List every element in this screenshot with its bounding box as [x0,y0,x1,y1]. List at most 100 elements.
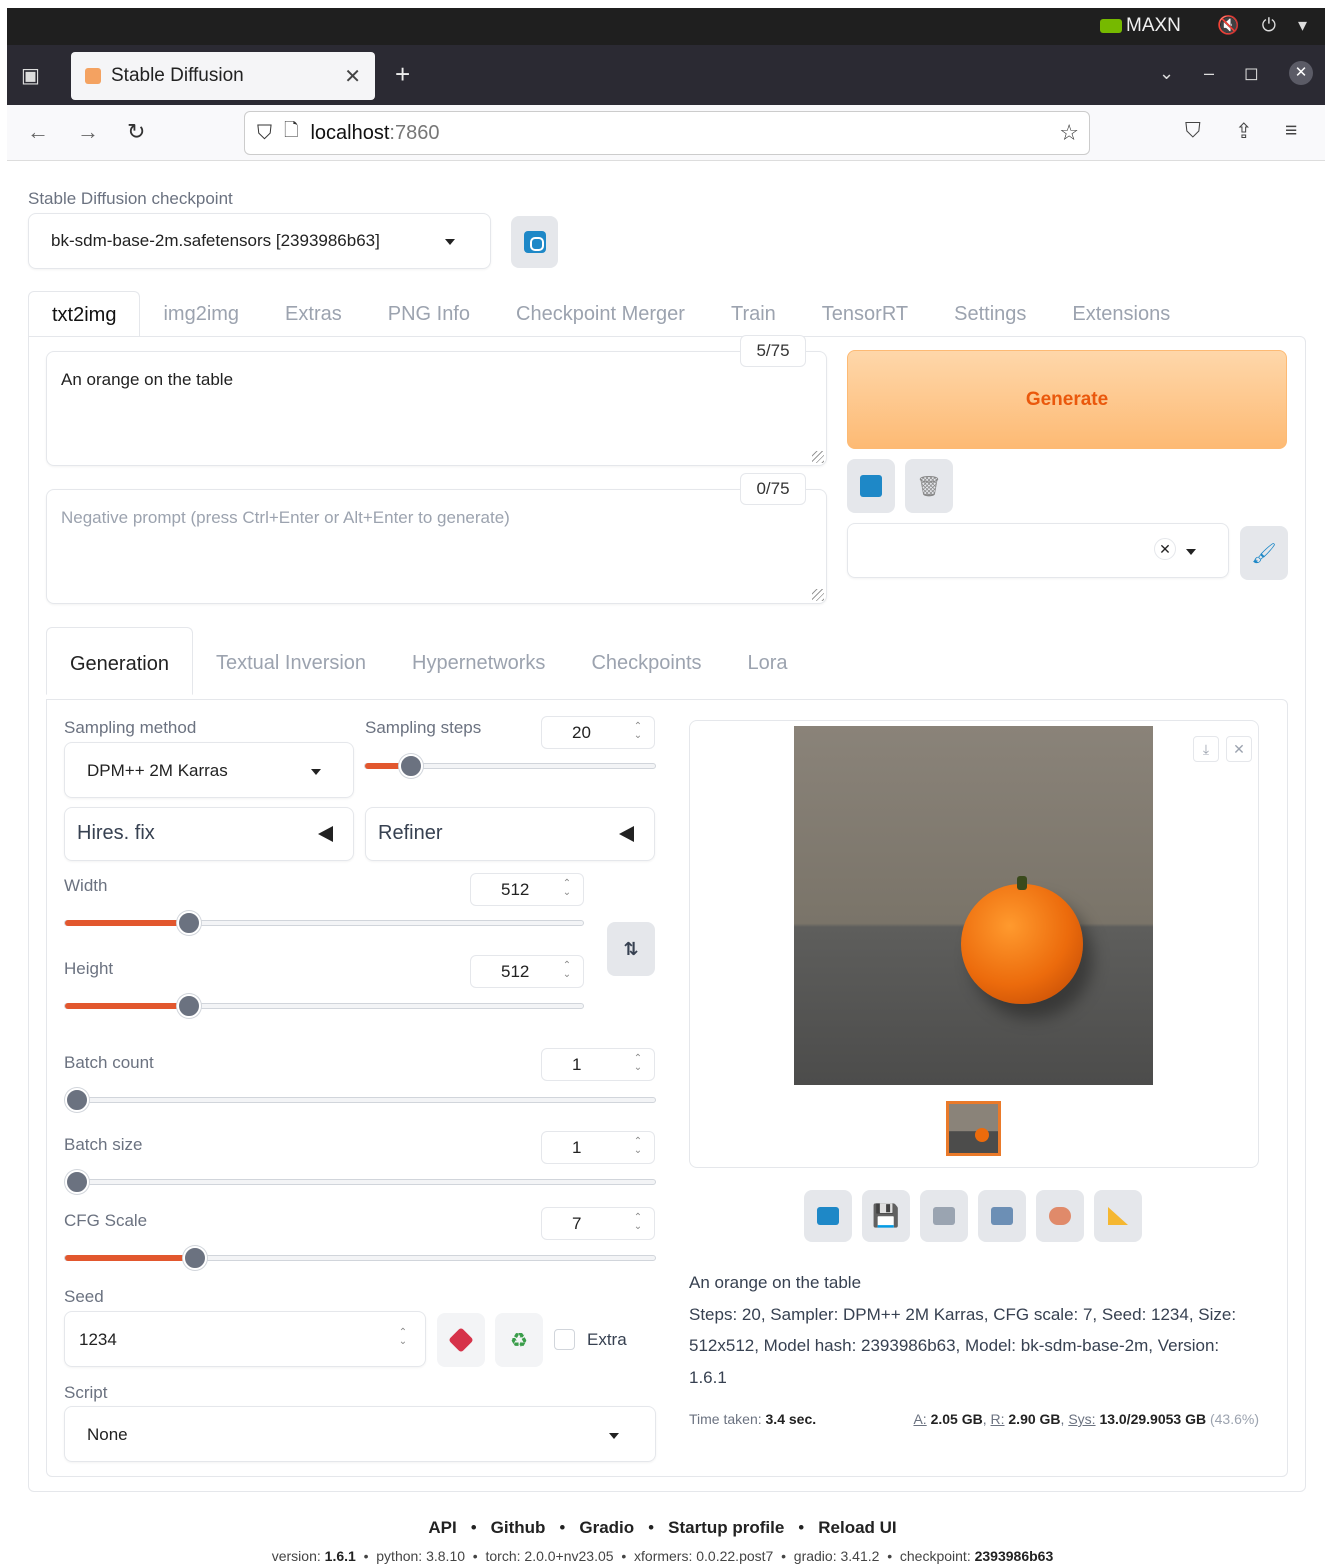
tab-checkpoint-merger[interactable]: Checkpoint Merger [493,291,708,337]
menu-hamburger-icon[interactable]: ≡ [1285,119,1297,143]
spinner-icon[interactable]: ⌃ ⌄ [632,1213,644,1233]
batch-count-slider[interactable] [64,1088,656,1112]
shield-icon[interactable]: ⛉ [257,122,272,145]
width-input[interactable]: 512 ⌃ ⌄ [470,873,584,906]
tab-tensorrt[interactable]: TensorRT [799,291,931,337]
sampling-method-value: DPM++ 2M Karras [87,761,228,780]
height-slider[interactable] [64,994,584,1018]
save-button[interactable]: 💾 [862,1190,910,1242]
share-icon[interactable]: ⇪ [1235,119,1253,144]
slider-thumb[interactable] [65,1170,89,1194]
close-icon[interactable]: ✕ [1226,736,1252,762]
sampling-steps-value: 20 [572,723,591,742]
tab-png-info[interactable]: PNG Info [365,291,493,337]
open-folder-button[interactable] [804,1190,852,1242]
clear-styles-icon[interactable]: ✕ [1154,538,1176,560]
checkpoint-dropdown[interactable]: bk-sdm-base-2m.safetensors [2393986b63] [28,213,491,269]
tab-train[interactable]: Train [708,291,799,337]
slider-thumb[interactable] [65,1088,89,1112]
reload-icon[interactable]: ↻ [127,119,145,145]
hires-fix-label: Hires. fix [77,822,155,844]
batch-count-input[interactable]: 1 ⌃ ⌄ [541,1048,655,1081]
send-to-inpaint-button[interactable] [1036,1190,1084,1242]
slider-thumb[interactable] [182,1246,207,1270]
tab-checkpoints[interactable]: Checkpoints [568,627,724,695]
new-tab-icon[interactable]: + [395,59,410,90]
tab-overflow-chevron-icon[interactable]: ⌄ [1159,63,1174,84]
edit-styles-button[interactable]: 🖌 [1240,526,1288,580]
sampling-steps-slider[interactable] [364,754,656,778]
tab-extras[interactable]: Extras [262,291,365,337]
random-seed-button[interactable] [437,1313,485,1367]
tab-txt2img[interactable]: txt2img [28,291,141,337]
tab-generation[interactable]: Generation [46,627,193,695]
seed-input[interactable]: 1234 ⌃ ⌄ [64,1311,426,1367]
cfg-scale-input[interactable]: 7 ⌃ ⌄ [541,1207,655,1240]
spinner-icon[interactable]: ⌃ ⌄ [561,961,573,981]
browser-tab-bar: ▣ Stable Diffusion ✕ + ⌄ – ◻ ✕ [7,45,1325,105]
spinner-icon[interactable]: ⌃ ⌄ [561,879,573,899]
clear-prompt-button[interactable]: 🗑 [905,459,953,513]
tab-lora[interactable]: Lora [725,627,811,695]
batch-size-slider[interactable] [64,1170,656,1194]
back-arrow-icon[interactable]: ← [27,119,49,145]
read-params-button[interactable] [847,459,895,513]
prompt-input[interactable]: An orange on the table [46,351,827,466]
extra-seed-checkbox[interactable] [554,1329,575,1350]
refiner-accordion[interactable]: Refiner [365,807,655,861]
download-icon[interactable]: ⤓ [1193,736,1219,762]
minimize-icon[interactable]: – [1204,63,1214,84]
address-bar[interactable]: ⛉ 🗋 localhost:7860 ☆ [244,111,1090,155]
sampling-steps-input[interactable]: 20 ⌃ ⌄ [541,716,655,749]
reuse-seed-button[interactable]: ♻ [495,1313,543,1367]
spinner-icon[interactable]: ⌃ ⌄ [632,1054,644,1074]
spinner-icon[interactable]: ⌃ ⌄ [397,1328,409,1348]
width-slider[interactable] [64,911,584,935]
cfg-scale-slider[interactable] [64,1246,656,1270]
zip-button[interactable] [920,1190,968,1242]
close-tab-icon[interactable]: ✕ [344,64,361,89]
resize-grip-icon[interactable] [812,589,824,601]
send-to-extras-button[interactable] [1094,1190,1142,1242]
send-to-img2img-button[interactable] [978,1190,1026,1242]
sampling-method-dropdown[interactable]: DPM++ 2M Karras [64,742,354,798]
styles-dropdown[interactable]: ✕ [847,523,1229,578]
power-mode-indicator[interactable]: MAXN [1100,15,1181,37]
tab-textual-inversion[interactable]: Textual Inversion [193,627,389,695]
footer-link-github[interactable]: Github [491,1518,546,1537]
window-close-icon[interactable]: ✕ [1289,61,1313,85]
tab-settings[interactable]: Settings [931,291,1049,337]
footer-link-gradio[interactable]: Gradio [579,1518,634,1537]
forward-arrow-icon[interactable]: → [77,119,99,145]
spinner-icon[interactable]: ⌃ ⌄ [632,722,644,742]
speaker-muted-icon[interactable]: 🔇 [1217,15,1239,36]
chevron-down-icon[interactable]: ▾ [1298,15,1307,36]
info-details: Steps: 20, Sampler: DPM++ 2M Karras, CFG… [689,1304,1237,1387]
tab-list-icon[interactable]: ▣ [21,63,40,88]
generate-button[interactable]: Generate [847,350,1287,449]
info-prompt: An orange on the table [689,1273,862,1292]
maximize-icon[interactable]: ◻ [1244,63,1259,84]
seed-value: 1234 [79,1330,117,1349]
gallery-thumbnail[interactable] [946,1101,1001,1156]
swap-dimensions-button[interactable]: ⇅ [607,922,655,976]
footer-link-startup-profile[interactable]: Startup profile [668,1518,784,1537]
negative-prompt-input[interactable]: Negative prompt (press Ctrl+Enter or Alt… [46,489,827,604]
resize-grip-icon[interactable] [812,451,824,463]
browser-tab[interactable]: Stable Diffusion ✕ [71,52,375,100]
tab-extensions[interactable]: Extensions [1049,291,1193,337]
height-input[interactable]: 512 ⌃ ⌄ [470,955,584,988]
tab-hypernetworks[interactable]: Hypernetworks [389,627,568,695]
refresh-checkpoints-button[interactable] [511,216,558,268]
script-dropdown[interactable]: None [64,1406,656,1462]
batch-size-input[interactable]: 1 ⌃ ⌄ [541,1131,655,1164]
hires-fix-accordion[interactable]: Hires. fix [64,807,354,861]
footer-link-reload-ui[interactable]: Reload UI [818,1518,896,1537]
spinner-icon[interactable]: ⌃ ⌄ [632,1137,644,1157]
pocket-icon[interactable]: ⛉ [1185,119,1201,143]
power-icon[interactable]: ⏻ [1262,15,1276,36]
generated-image[interactable] [794,726,1153,1085]
bookmark-star-icon[interactable]: ☆ [1059,120,1079,146]
tab-img2img[interactable]: img2img [140,291,262,337]
footer-link-api[interactable]: API [428,1518,456,1537]
